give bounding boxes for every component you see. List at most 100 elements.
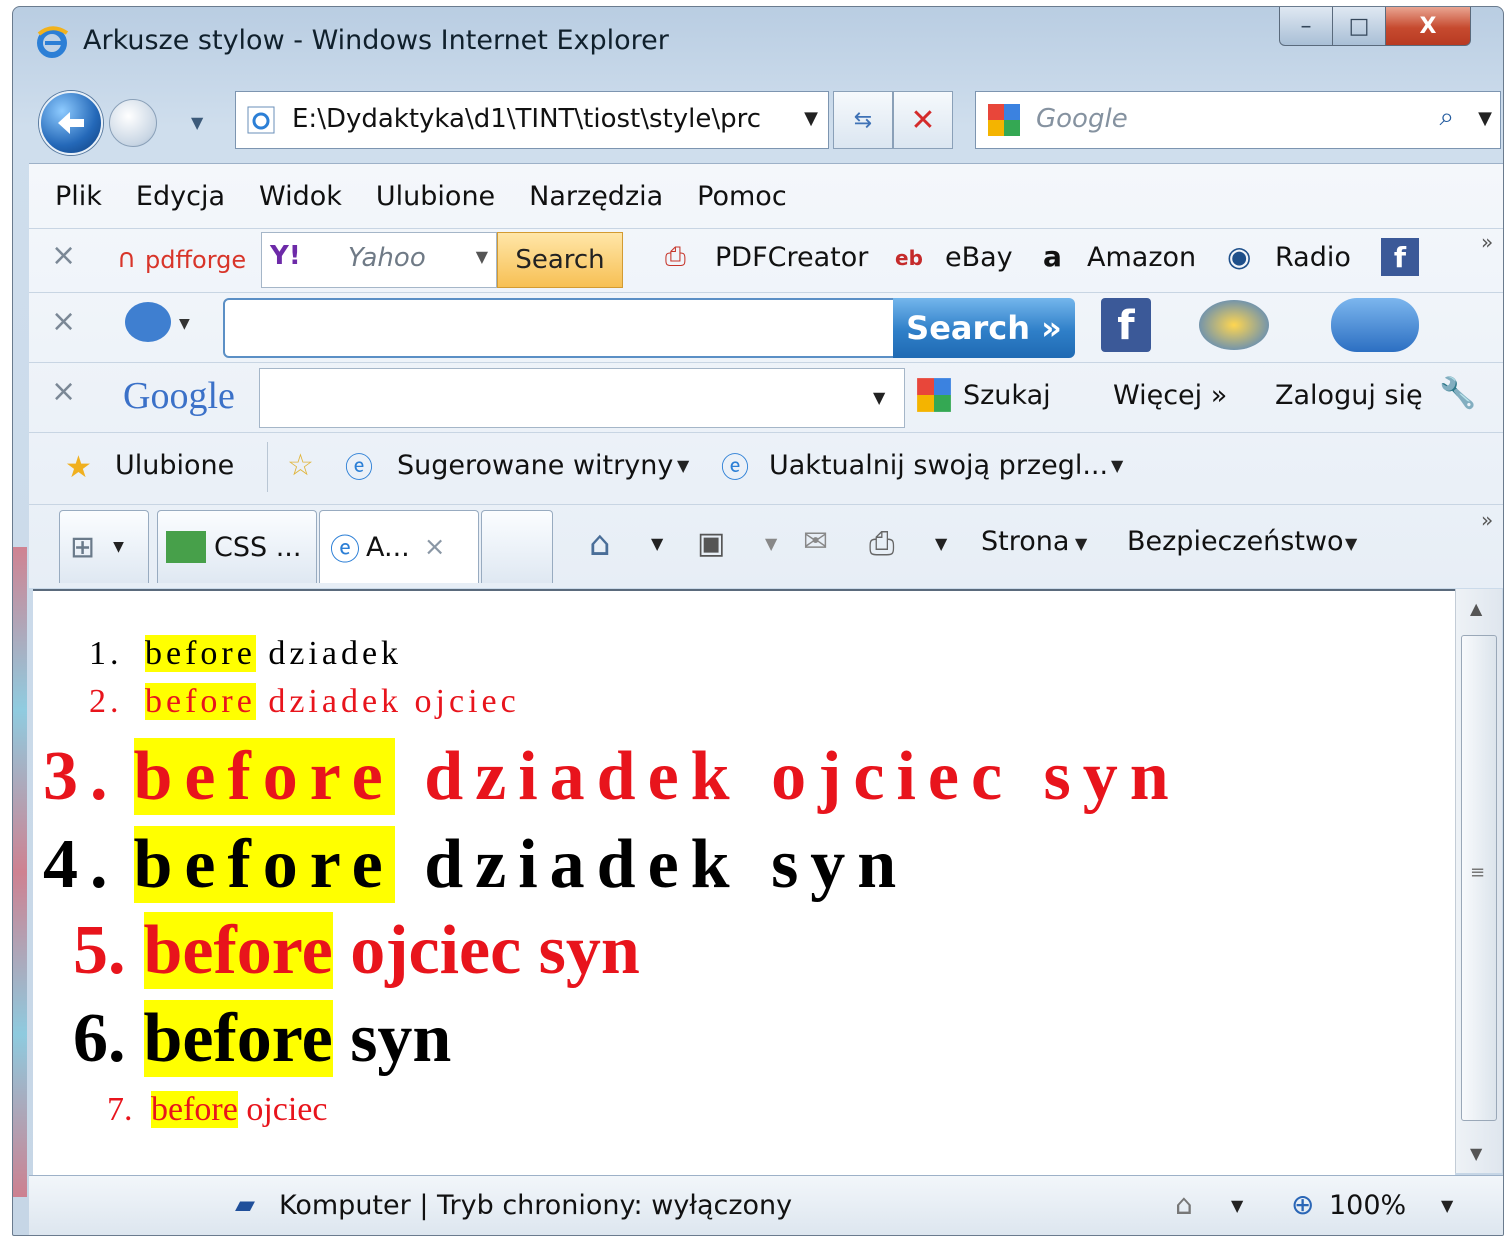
chevron-down-icon[interactable]: ▼	[1111, 456, 1123, 475]
mail-icon[interactable]: ✉	[803, 524, 828, 559]
before-pseudo-text: before	[145, 635, 256, 672]
szukaj-button[interactable]: Szukaj	[963, 380, 1051, 411]
close-toolbar-icon[interactable]: ×	[51, 304, 76, 339]
tab-active[interactable]: ⓔ A... ×	[319, 510, 479, 583]
menu-narzedzia[interactable]: Narzędzia	[529, 181, 663, 212]
menu-pomoc[interactable]: Pomoc	[697, 181, 787, 212]
yahoo-dropdown-icon[interactable]: ▼	[476, 247, 488, 266]
css-tab-icon	[166, 531, 206, 563]
zoom-icon[interactable]: ⊕	[1291, 1188, 1314, 1221]
chevron-down-icon[interactable]: ▼	[1345, 534, 1357, 553]
wiecej-button[interactable]: Więcej »	[1113, 380, 1227, 411]
chevron-down-icon[interactable]: ▼	[113, 539, 124, 555]
zoom-dropdown-icon[interactable]: ▼	[1441, 1196, 1453, 1215]
yahoo-search-button[interactable]: Search	[497, 232, 623, 288]
search-dropdown-icon[interactable]: ▼	[1478, 108, 1492, 129]
tabs-command-bar: ⊞ ▼ CSS ... ⓔ A... × ⌂ ▼ ▣ ▼ ✉ ⎙ ▼ Stron…	[29, 504, 1503, 588]
address-dropdown-icon[interactable]: ▼	[804, 108, 818, 129]
toolbar-logo-icon[interactable]	[125, 302, 171, 342]
toolbar-search-input[interactable]	[223, 298, 895, 358]
back-button[interactable]	[39, 91, 103, 155]
forward-button[interactable]	[109, 99, 157, 147]
refresh-button[interactable]: ⇆	[833, 91, 893, 149]
list-item: 2. before dziadek ojciec	[89, 683, 520, 721]
safety-menu-button[interactable]: Bezpieczeństwo	[1127, 526, 1344, 557]
status-bar: ▰ Komputer | Tryb chroniony: wyłączony ⌂…	[29, 1175, 1503, 1235]
radio-link[interactable]: Radio	[1275, 242, 1351, 273]
page-menu-button[interactable]: Strona	[981, 526, 1069, 557]
google-search-input[interactable]	[259, 368, 905, 428]
birthday-icon[interactable]	[1331, 298, 1419, 352]
ebay-link[interactable]: eBay	[945, 242, 1013, 273]
status-text: Komputer | Tryb chroniony: wyłączony	[279, 1190, 793, 1221]
suggested-sites-link[interactable]: Sugerowane witryny	[397, 450, 673, 481]
logo-dropdown-icon[interactable]: ▼	[179, 316, 190, 332]
page-content: 1. before dziadek 2. before dziadek ojci…	[33, 589, 1455, 1175]
facebook-icon[interactable]: f	[1101, 298, 1151, 352]
chevron-down-icon[interactable]: ▼	[677, 456, 689, 475]
update-browser-link[interactable]: Uaktualnij swoją przegl...	[769, 450, 1108, 481]
history-dropdown-icon[interactable]: ▼	[191, 113, 203, 132]
menu-plik[interactable]: Plik	[55, 181, 102, 212]
address-url: E:\Dydaktyka\d1\TINT\tiost\style\prc	[292, 104, 762, 134]
pdfforge-label[interactable]: pdfforge	[145, 246, 246, 274]
list-number: 5.	[73, 912, 126, 989]
zoom-level[interactable]: 100%	[1329, 1190, 1406, 1221]
pdfforge-logo-icon: ∩	[117, 244, 137, 274]
address-bar[interactable]: E:\Dydaktyka\d1\TINT\tiost\style\prc ▼	[235, 91, 829, 149]
toolbar-search-button[interactable]: Search »	[893, 298, 1075, 358]
tab-css[interactable]: CSS ...	[157, 510, 317, 583]
scroll-down-icon[interactable]: ▼	[1470, 1144, 1482, 1163]
print-icon[interactable]: ⎙	[869, 524, 895, 563]
ie-page-icon: ⓔ	[721, 451, 750, 484]
chevron-down-icon[interactable]: ▼	[1231, 1196, 1243, 1215]
scroll-up-icon[interactable]: ▲	[1470, 599, 1482, 618]
chevron-more-icon[interactable]: »	[1481, 230, 1493, 254]
google-logo[interactable]: Google	[123, 374, 235, 418]
close-tab-icon[interactable]: ×	[424, 532, 446, 562]
pdfcreator-link[interactable]: PDFCreator	[715, 242, 868, 273]
refresh-icon: ⇆	[853, 107, 873, 133]
facebook-icon[interactable]: f	[1381, 238, 1419, 276]
search-placeholder: Google	[1036, 104, 1128, 134]
list-number: 6.	[73, 1000, 126, 1077]
weather-icon[interactable]	[1199, 300, 1269, 350]
item-text: ojciec	[246, 1091, 328, 1128]
zaloguj-link[interactable]: Zaloguj się	[1275, 380, 1423, 411]
search-icon[interactable]: ⌕	[1439, 102, 1454, 133]
separator	[267, 442, 268, 492]
home-icon[interactable]: ⌂	[589, 524, 611, 564]
wrench-icon[interactable]: 🔧	[1439, 376, 1476, 411]
menu-widok[interactable]: Widok	[259, 181, 342, 212]
quick-tabs-button[interactable]: ⊞ ▼	[59, 510, 149, 583]
zone-settings-icon[interactable]: ⌂	[1175, 1188, 1193, 1221]
google-history-dropdown-icon[interactable]: ▼	[873, 388, 885, 407]
vertical-scrollbar[interactable]: ▲ ≡ ▼	[1455, 589, 1502, 1173]
minimize-button[interactable]: –	[1279, 7, 1333, 46]
search-box[interactable]: Google ⌕ ▼	[975, 91, 1501, 149]
menu-ulubione[interactable]: Ulubione	[376, 181, 495, 212]
chevron-down-icon[interactable]: ▼	[765, 534, 777, 553]
chevron-down-icon[interactable]: ▼	[651, 534, 663, 553]
chevron-down-icon[interactable]: ▼	[935, 534, 947, 553]
yahoo-search-input[interactable]: Y! Yahoo ▼	[261, 232, 497, 288]
scrollbar-thumb[interactable]: ≡	[1461, 635, 1497, 1121]
before-pseudo-text: before	[151, 1091, 238, 1128]
favorites-button[interactable]: Ulubione	[115, 450, 234, 481]
menu-edycja[interactable]: Edycja	[136, 181, 225, 212]
item-text: dziadek ojciec	[268, 683, 520, 720]
feeds-icon[interactable]: ▣	[697, 526, 725, 561]
maximize-button[interactable]: □	[1332, 7, 1386, 46]
close-toolbar-icon[interactable]: ×	[51, 374, 76, 409]
chevron-down-icon[interactable]: ▼	[1075, 534, 1087, 553]
amazon-link[interactable]: Amazon	[1087, 242, 1196, 273]
new-tab-button[interactable]	[481, 510, 553, 583]
chevron-more-icon[interactable]: »	[1481, 508, 1493, 532]
computer-zone-icon: ▰	[235, 1190, 255, 1220]
close-button[interactable]: X	[1385, 7, 1471, 46]
close-toolbar-icon[interactable]: ×	[51, 238, 76, 273]
add-favorite-icon[interactable]: ☆	[287, 448, 314, 483]
list-number: 3.	[43, 738, 120, 815]
stop-button[interactable]: ✕	[893, 91, 953, 149]
list-number: 2.	[89, 683, 123, 720]
